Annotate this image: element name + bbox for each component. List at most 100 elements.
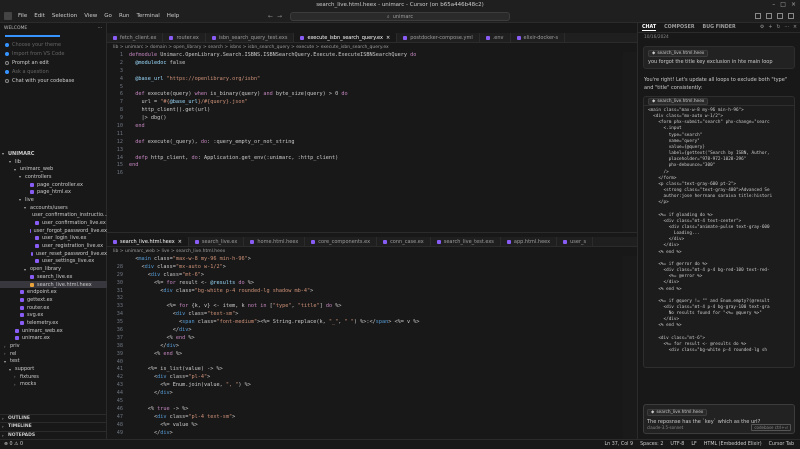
tree-folder[interactable]: ▾ test — [0, 358, 107, 366]
code-line[interactable]: 47 <div class="pl-4 text-sm"> — [107, 414, 637, 422]
top-code-editor[interactable]: 1 defmodule Unimarc.OpenLibrary.Search.IS… — [107, 52, 637, 232]
code-line[interactable]: 4 @base_url "https://openlibrary.org/isb… — [107, 76, 637, 84]
code-line[interactable]: <main class="max-w-8 my-96 min-h-96"> — [107, 256, 637, 264]
minimap[interactable] — [623, 52, 637, 232]
editor-tab[interactable]: search_live.ex — [189, 237, 245, 246]
code-line[interactable]: 38 </div> — [107, 343, 637, 351]
editor-tab[interactable]: postdocker-compose.yml — [397, 33, 480, 42]
code-line[interactable]: 2 @moduledoc false — [107, 60, 637, 68]
tree-folder[interactable]: ▾ accounts/users — [0, 204, 107, 212]
tab-composer[interactable]: COMPOSER — [664, 25, 694, 30]
code-line[interactable]: 29 <div class="mt-6"> — [107, 272, 637, 280]
tree-folder[interactable]: › mocks — [0, 381, 107, 389]
toggle-sidebar-icon[interactable] — [755, 13, 761, 19]
more-icon[interactable]: ··· — [98, 26, 102, 31]
tree-file[interactable]: svg.ex — [0, 311, 107, 319]
tree-file[interactable]: page_controller.ex — [0, 181, 107, 189]
tree-folder[interactable]: › fixtures — [0, 373, 107, 381]
tree-folder[interactable]: ▾ open_library — [0, 265, 107, 273]
minimize-icon[interactable]: – — [772, 1, 775, 8]
tree-folder[interactable]: › priv — [0, 342, 107, 350]
editor-tab[interactable]: app.html.heex — [501, 237, 558, 246]
code-line[interactable]: 43 <%= Enum.join(value, ", ") %> — [107, 382, 637, 390]
code-line[interactable]: 6 def execute(query) when is_binary(quer… — [107, 91, 637, 99]
code-line[interactable]: 11 — [107, 131, 637, 139]
status-item[interactable]: Cursor Tab — [769, 442, 794, 447]
tree-folder[interactable]: ▾ lib — [0, 158, 107, 166]
tree-folder[interactable]: ▾ controllers — [0, 173, 107, 181]
editor-tab[interactable]: user_s — [557, 237, 594, 246]
history-icon[interactable]: ↻ — [776, 25, 780, 30]
editor-tab[interactable]: home.html.heex — [244, 237, 306, 246]
code-line[interactable]: 37 <% end %> — [107, 335, 637, 343]
timeline-section[interactable]: › TIMELINE — [0, 422, 107, 431]
status-item[interactable]: Ln 37, Col 9 — [604, 442, 633, 447]
explorer-root[interactable]: ▾ UNIMARC — [0, 150, 107, 158]
user-message[interactable]: ◆ search_live.html.heex you forgot the ti… — [643, 46, 795, 69]
editor-tab[interactable]: fetch_client.ex — [107, 33, 164, 42]
welcome-step[interactable]: Ask a question — [5, 68, 101, 77]
tree-folder[interactable]: ▾ unimarc_web — [0, 165, 107, 173]
editor-tab[interactable]: execute_isbn_search_query.ex × — [294, 33, 398, 42]
welcome-step[interactable]: Choose your theme — [5, 41, 101, 50]
problems-indicator[interactable]: ⊗ 0 ⚠ 0 — [4, 442, 23, 447]
nav-arrows-icon[interactable]: ←→ — [268, 13, 286, 20]
menu-run[interactable]: Run — [119, 13, 130, 19]
code-line[interactable]: 8 http_client().get(url) — [107, 107, 637, 115]
code-line[interactable]: 46 <% true -> %> — [107, 406, 637, 414]
notepads-section[interactable]: › NOTEPADS — [0, 430, 107, 440]
tab-bug-finder[interactable]: BUG FINDER — [703, 25, 736, 30]
code-line[interactable]: 12 def execute(_query), do: :query_empty… — [107, 139, 637, 147]
top-breadcrumb[interactable]: lib > unimarc > domain > open_library > … — [107, 43, 637, 51]
code-line[interactable]: 48 <%= value %> — [107, 422, 637, 430]
code-line[interactable]: 9 |> dbg() — [107, 115, 637, 123]
editor-tab[interactable]: isbn_search_query_test.exs — [206, 33, 295, 42]
code-line[interactable]: 10 end — [107, 123, 637, 131]
code-line[interactable]: 41 <%= is_list(value) -> %> — [107, 366, 637, 374]
close-icon[interactable]: × — [791, 1, 796, 8]
bottom-breadcrumb[interactable]: lib > unimarc_web > live > search_live.h… — [107, 247, 637, 255]
code-line[interactable]: 32 — [107, 295, 637, 303]
status-item[interactable]: Spaces: 2 — [640, 442, 663, 447]
menu-go[interactable]: Go — [104, 13, 112, 19]
menu-selection[interactable]: Selection — [52, 13, 77, 19]
close-icon[interactable]: × — [793, 25, 797, 30]
code-line[interactable]: 44 </div> — [107, 390, 637, 398]
tree-folder[interactable]: ▾ live — [0, 196, 107, 204]
tree-file[interactable]: user_reset_password_live.ex — [0, 250, 107, 258]
chat-code-block[interactable]: ◆ search_live.html.heex <main class="max-… — [643, 96, 795, 368]
code-line[interactable]: 16 — [107, 170, 637, 178]
code-line[interactable]: 1 defmodule Unimarc.OpenLibrary.Search.IS… — [107, 52, 637, 60]
code-line[interactable]: 13 — [107, 147, 637, 155]
context-chip[interactable]: ◆ search_live.html.heex — [648, 50, 709, 57]
new-chat-icon[interactable]: + — [768, 25, 772, 30]
code-file-chip[interactable]: ◆ search_live.html.heex — [648, 97, 709, 105]
tree-folder[interactable]: ▾ support — [0, 365, 107, 373]
tree-file[interactable]: router.ex — [0, 304, 107, 312]
close-tab-icon[interactable]: × — [386, 35, 390, 41]
tree-file[interactable]: search_live.ex — [0, 273, 107, 281]
chat-input[interactable]: ◆ search_live.html.heex The reposnse has … — [643, 404, 795, 434]
tree-file[interactable]: unimarc_web.ex — [0, 327, 107, 335]
code-line[interactable]: 3 — [107, 68, 637, 76]
code-line[interactable]: 39 <% end %> — [107, 351, 637, 359]
tree-file[interactable]: telemetry.ex — [0, 319, 107, 327]
code-line[interactable]: 30 <%= for result <- @results do %> — [107, 280, 637, 288]
menu-file[interactable]: File — [18, 13, 27, 19]
tree-file[interactable]: endpoint.ex — [0, 288, 107, 296]
status-item[interactable]: HTML (Embedded Elixir) — [704, 442, 762, 447]
tree-file[interactable]: user_settings_live.ex — [0, 258, 107, 266]
code-line[interactable]: 14 defp http_client, do: Application.get… — [107, 155, 637, 163]
code-line[interactable]: 7 url = "#{@base_url}/#{query}.json" — [107, 99, 637, 107]
minimap[interactable] — [623, 256, 637, 439]
tree-file[interactable]: user_confirmation_live.ex — [0, 219, 107, 227]
close-tab-icon[interactable]: × — [178, 239, 182, 245]
command-search-input[interactable]: ⌕ unimarc — [290, 12, 510, 21]
tab-chat[interactable]: CHAT — [642, 25, 657, 31]
code-line[interactable]: 36 </div> — [107, 327, 637, 335]
status-item[interactable]: LF — [691, 442, 696, 447]
tree-file[interactable]: user_confirmation_instructio... — [0, 212, 107, 220]
toggle-secondary-sidebar-icon[interactable] — [777, 13, 783, 19]
editor-tab[interactable]: conn_case.ex — [377, 237, 431, 246]
code-line[interactable]: 35 <span class="font-medium"><%= String.… — [107, 319, 637, 327]
